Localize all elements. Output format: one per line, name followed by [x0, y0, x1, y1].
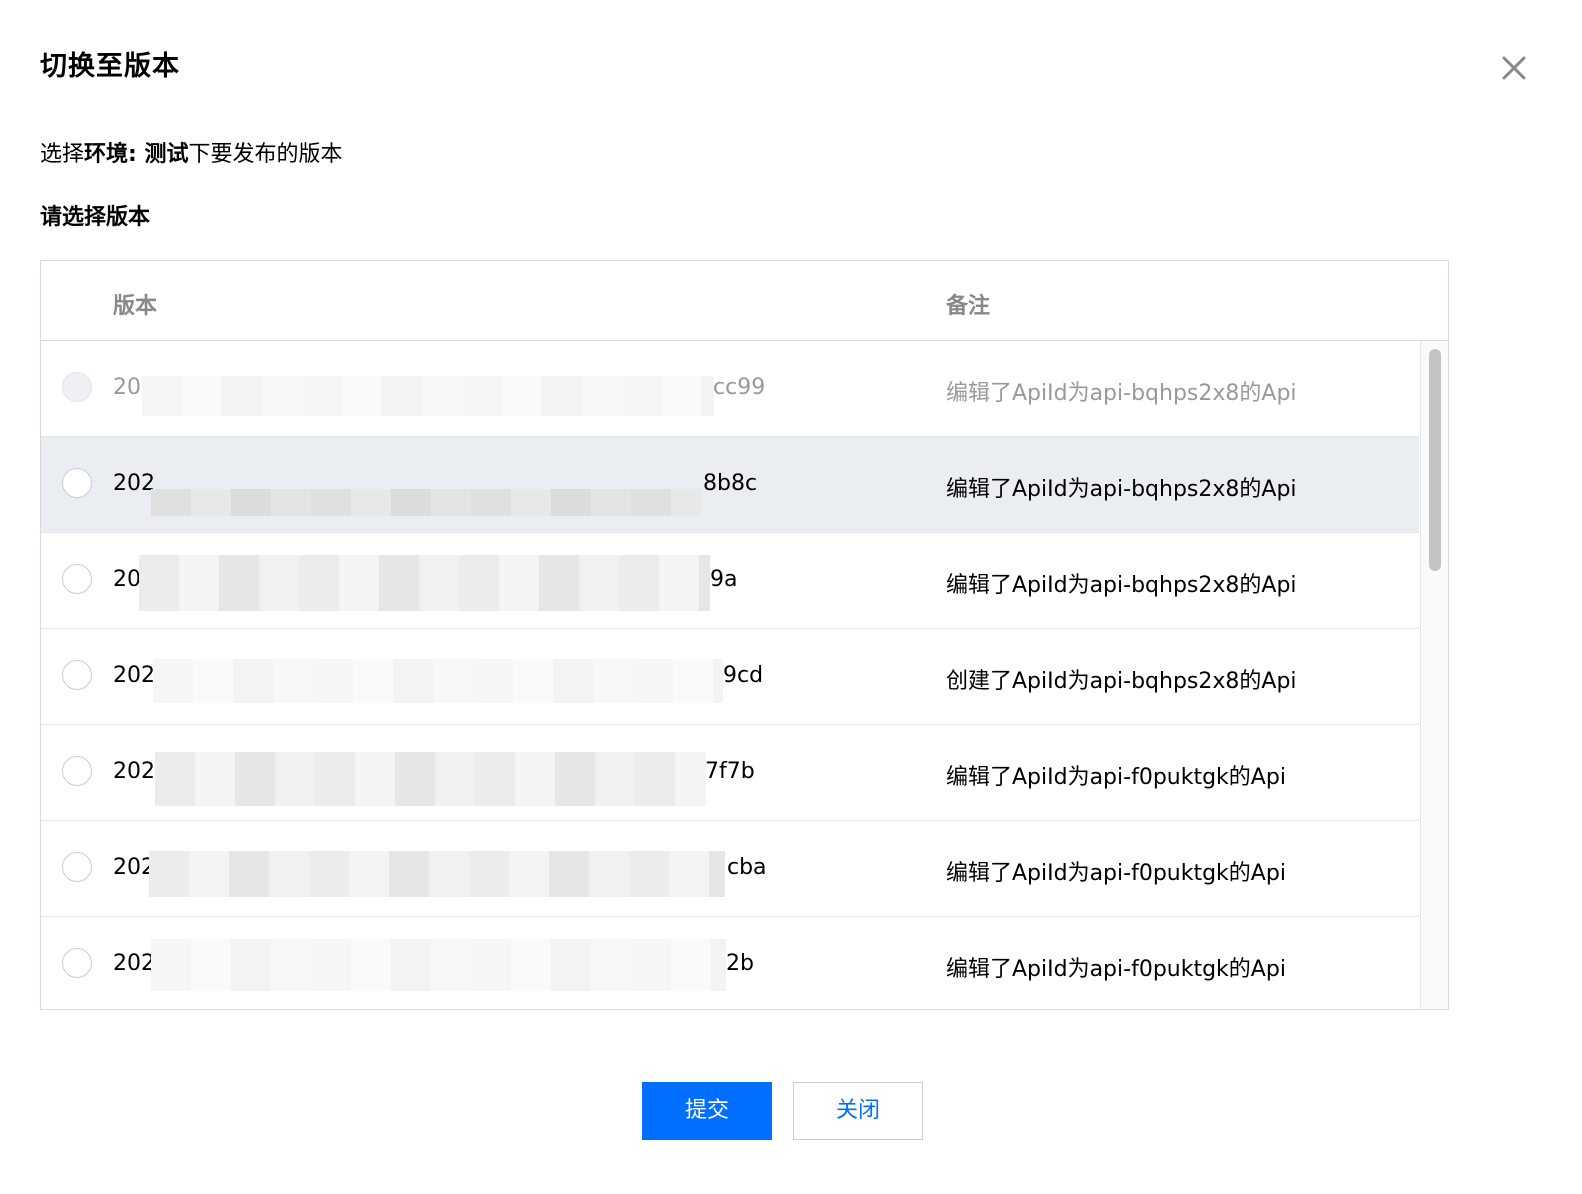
scrollbar-thumb[interactable]: [1429, 349, 1441, 571]
redacted-mask: [149, 851, 725, 897]
version-suffix: 7f7b: [705, 759, 755, 784]
dialog-description: 选择环境: 测试下要发布的版本: [40, 136, 343, 168]
table-row[interactable]: 202 8b8c 编辑了ApiId为api-bqhps2x8的Api: [41, 437, 1419, 533]
description-prefix: 选择: [40, 142, 85, 167]
version-prefix: 202: [113, 951, 155, 976]
redacted-mask: [139, 555, 710, 611]
remark-text: 创建了ApiId为api-bqhps2x8的Api: [946, 669, 1297, 694]
remark-text: 编辑了ApiId为api-f0puktgk的Api: [946, 765, 1286, 790]
dialog-title: 切换至版本: [40, 51, 180, 82]
table-row[interactable]: 202 2b 编辑了ApiId为api-f0puktgk的Api: [41, 917, 1419, 1009]
remark-text: 编辑了ApiId为api-bqhps2x8的Api: [946, 573, 1297, 598]
version-radio[interactable]: [62, 756, 92, 786]
table-header: 版本 备注: [41, 261, 1448, 341]
redacted-mask: [155, 752, 706, 806]
table-row[interactable]: 20 9a 编辑了ApiId为api-bqhps2x8的Api: [41, 533, 1419, 629]
environment-label: 环境: 测试: [84, 142, 189, 167]
close-icon: [1502, 56, 1526, 80]
version-suffix: 9a: [710, 567, 738, 592]
version-suffix: cba: [727, 855, 767, 880]
remark-text: 编辑了ApiId为api-f0puktgk的Api: [946, 957, 1286, 982]
column-header-remark: 备注: [946, 294, 991, 319]
remark-text: 编辑了ApiId为api-bqhps2x8的Api: [946, 477, 1297, 502]
version-suffix: cc99: [713, 375, 766, 400]
version-radio[interactable]: [62, 660, 92, 690]
version-prefix: 202: [113, 471, 155, 496]
table-scrollbar[interactable]: [1420, 341, 1448, 1009]
version-radio: [62, 372, 92, 402]
version-table: 版本 备注 20 cc99 编辑了ApiId为api-bqhps2x8的Api …: [40, 260, 1449, 1010]
column-header-version: 版本: [113, 294, 158, 319]
version-prefix: 202: [113, 663, 155, 688]
version-suffix: 9cd: [723, 663, 764, 688]
redacted-mask: [142, 376, 714, 416]
version-suffix: 8b8c: [703, 471, 758, 496]
version-radio[interactable]: [62, 948, 92, 978]
table-row[interactable]: 202 7f7b 编辑了ApiId为api-f0puktgk的Api: [41, 725, 1419, 821]
table-row: 20 cc99 编辑了ApiId为api-bqhps2x8的Api: [41, 341, 1419, 437]
description-suffix: 下要发布的版本: [188, 142, 343, 167]
remark-text: 编辑了ApiId为api-bqhps2x8的Api: [946, 381, 1297, 406]
version-prefix: 20: [113, 375, 141, 400]
version-suffix: 2b: [726, 951, 754, 976]
version-prefix: 202: [113, 759, 155, 784]
table-row[interactable]: 202 9cd 创建了ApiId为api-bqhps2x8的Api: [41, 629, 1419, 725]
redacted-mask: [153, 659, 723, 703]
version-prefix: 20: [113, 567, 141, 592]
redacted-mask: [151, 489, 701, 516]
remark-text: 编辑了ApiId为api-f0puktgk的Api: [946, 861, 1286, 886]
version-radio[interactable]: [62, 468, 92, 498]
close-button[interactable]: [1496, 50, 1532, 86]
close-dialog-button[interactable]: 关闭: [793, 1082, 923, 1140]
version-radio[interactable]: [62, 564, 92, 594]
table-body: 20 cc99 编辑了ApiId为api-bqhps2x8的Api 202 8b…: [41, 341, 1419, 1009]
version-radio[interactable]: [62, 852, 92, 882]
submit-button[interactable]: 提交: [642, 1082, 772, 1140]
section-label: 请选择版本: [40, 205, 151, 230]
redacted-mask: [151, 939, 726, 991]
table-row[interactable]: 202 cba 编辑了ApiId为api-f0puktgk的Api: [41, 821, 1419, 917]
